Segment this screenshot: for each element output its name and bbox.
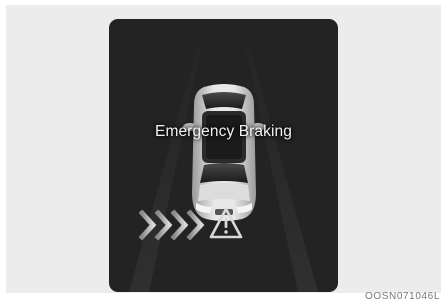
cluster-display: Emergency Braking (109, 19, 338, 292)
emergency-braking-message: Emergency Braking (155, 123, 292, 140)
figure-code: OOSN071046L (365, 291, 440, 302)
warning-triangle-icon (209, 207, 243, 239)
approach-chevrons-icon (139, 209, 205, 241)
car-top-view-icon (183, 84, 265, 221)
